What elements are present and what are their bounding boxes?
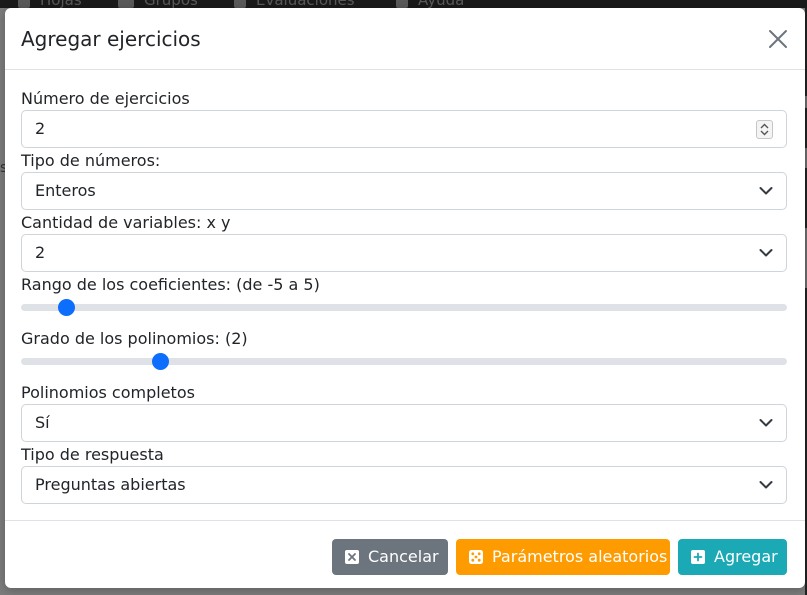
number-spinner-icon[interactable] [756,120,773,139]
num-variables-value: 2 [35,243,46,262]
chevron-down-icon [759,481,773,489]
chevron-down-icon [759,419,773,427]
poly-degree-slider[interactable] [21,353,787,370]
close-icon[interactable] [766,27,790,51]
coef-range-thumb[interactable] [58,299,76,316]
chevron-down-icon [759,249,773,257]
nav-item-hojas[interactable]: Hojas [18,0,82,8]
users-icon [118,0,134,8]
modal-footer: Cancelar Parámetros aleatorios Agregar [5,520,805,588]
pencil-icon [234,0,246,8]
number-type-value: Enteros [35,181,96,200]
complete-poly-value: Sí [35,413,50,432]
background-navbar: Hojas Grupos Evaluaciones Ayuda [0,0,807,8]
random-params-button[interactable]: Parámetros aleatorios [456,539,670,575]
answer-type-select[interactable]: Preguntas abiertas [21,466,787,504]
nav-item-grupos[interactable]: Grupos [118,0,198,8]
add-label: Agregar [714,547,778,566]
add-exercises-modal: Agregar ejercicios Número de ejercicios … [5,8,805,588]
modal-header: Agregar ejercicios [5,8,805,70]
num-exercises-input[interactable]: 2 [21,110,787,148]
close-box-icon [345,550,359,564]
complete-poly-label: Polinomios completos [21,383,195,402]
num-variables-select[interactable]: 2 [21,234,787,272]
answer-type-value: Preguntas abiertas [35,475,186,494]
question-icon [396,0,408,8]
cancel-button[interactable]: Cancelar [332,539,448,575]
nav-item-ayuda[interactable]: Ayuda [396,0,464,8]
number-type-label: Tipo de números: [21,151,161,170]
chevron-down-icon [759,187,773,195]
modal-title: Agregar ejercicios [21,27,201,51]
poly-degree-thumb[interactable] [152,353,170,370]
poly-degree-label: Grado de los polinomios: (2) [21,329,248,348]
answer-type-label: Tipo de respuesta [21,445,164,464]
dice-icon [469,550,483,564]
coef-range-label: Rango de los coeficientes: (de -5 a 5) [21,275,320,294]
num-exercises-value: 2 [35,119,46,138]
nav-item-evaluaciones[interactable]: Evaluaciones [234,0,355,8]
complete-poly-select[interactable]: Sí [21,404,787,442]
coef-range-slider[interactable] [21,299,787,316]
number-type-select[interactable]: Enteros [21,172,787,210]
plus-box-icon [691,550,705,564]
num-exercises-label: Número de ejercicios [21,89,190,108]
document-icon [18,0,30,8]
random-params-label: Parámetros aleatorios [492,547,668,566]
add-button[interactable]: Agregar [678,539,787,575]
num-variables-label: Cantidad de variables: x y [21,213,231,232]
cancel-label: Cancelar [368,547,439,566]
